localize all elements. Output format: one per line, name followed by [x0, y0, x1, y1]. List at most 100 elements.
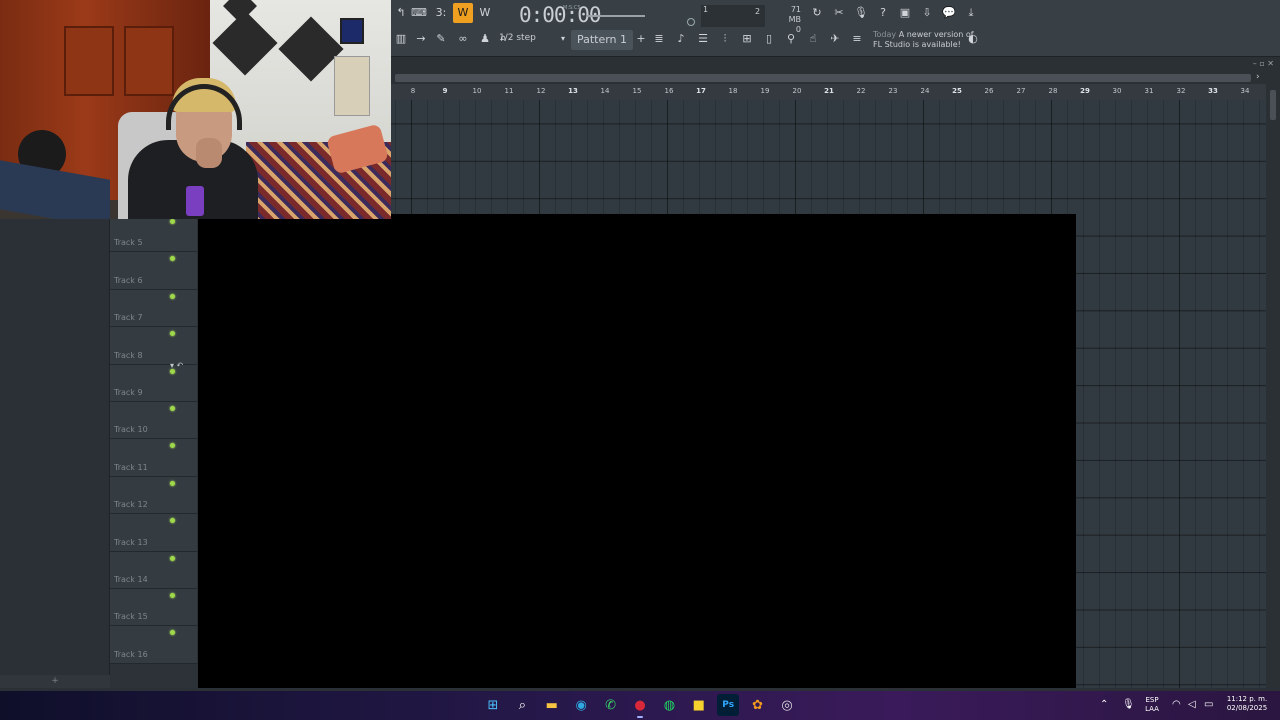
plugin-picker-icon[interactable]: ✈	[825, 29, 845, 49]
mixer-icon[interactable]: ⫶	[715, 29, 735, 49]
master-volume-knob[interactable]	[687, 18, 695, 26]
ruler-tick: 23	[888, 87, 898, 95]
photoshop-icon[interactable]: Ps	[717, 694, 740, 716]
add-button[interactable]: +	[0, 675, 110, 688]
tempo-tapper-icon[interactable]: ≡	[847, 29, 867, 49]
track-label: Track 6	[114, 275, 143, 285]
start-icon[interactable]: ⊞	[482, 694, 504, 716]
news-panel[interactable]: Today A newer version of FL Studio is av…	[873, 30, 974, 50]
track-header[interactable]: Track 13	[110, 514, 197, 552]
channel-rack-icon[interactable]: ☰	[693, 29, 713, 49]
link-icon[interactable]: ∞	[453, 29, 473, 49]
horizontal-scrollbar[interactable]	[395, 74, 1251, 82]
search-icon[interactable]: ⌕	[511, 694, 533, 716]
fl-studio-icon[interactable]: ✿	[747, 694, 769, 716]
track-header[interactable]: Track 5	[110, 215, 197, 253]
whatsapp-icon[interactable]: ✆	[600, 694, 622, 716]
track-mute-led[interactable]	[170, 593, 175, 598]
download-icon[interactable]: ⇩	[917, 3, 937, 23]
online-icon[interactable]: ◐	[963, 29, 983, 49]
recorder-icon[interactable]: ●	[629, 694, 651, 718]
ruler-tick: 10	[472, 87, 482, 95]
track-mute-led[interactable]	[170, 406, 175, 411]
ruler-tick: 11	[504, 87, 514, 95]
wait-input-icon[interactable]: W	[475, 3, 495, 23]
track-header[interactable]: Track 9 ▾ ↶	[110, 361, 197, 402]
microphone-tray-icon[interactable]: 🎙	[1122, 699, 1135, 710]
track-mute-led[interactable]	[170, 555, 175, 561]
save-icon[interactable]: ▣	[895, 3, 915, 23]
video-overlay	[198, 214, 1076, 688]
cut-icon[interactable]: ✂	[829, 3, 849, 23]
track-header[interactable]: Track 16	[110, 626, 197, 664]
track-mute-led[interactable]	[170, 480, 175, 486]
window-controls[interactable]: – ▫ ✕	[1253, 59, 1274, 68]
chat-icon[interactable]: 💬	[939, 3, 959, 23]
track-header[interactable]: Track 8	[110, 327, 197, 365]
touch-controller-icon[interactable]: ☝	[803, 29, 823, 49]
scroll-right-icon[interactable]: ›	[1256, 72, 1260, 82]
track-mute-led[interactable]	[170, 293, 175, 299]
help-icon[interactable]: ?	[873, 3, 893, 23]
tempo-arrow-icon[interactable]: ↰	[391, 3, 411, 23]
export-icon[interactable]: ⤓	[961, 3, 981, 23]
stamp-icon[interactable]: ♟	[475, 29, 495, 49]
add-pattern-icon[interactable]: +	[631, 29, 651, 49]
piano-roll-icon[interactable]: ♪	[671, 29, 691, 49]
step-edit-icon[interactable]: 3:	[431, 3, 451, 23]
timeline-ruler[interactable]: 8 9 10 11 12 13 14 15 16 17 18 19 20 21 22 23 24 25 26 27 28…	[391, 84, 1266, 100]
brush-icon[interactable]: ✎	[431, 29, 451, 49]
track-mute-led[interactable]	[170, 518, 175, 524]
spotify-icon[interactable]: ◍	[658, 694, 680, 716]
sticky-notes-icon[interactable]: ■	[688, 694, 710, 716]
track-header[interactable]: Track 11	[110, 439, 197, 477]
track-header[interactable]: Track 6	[110, 252, 197, 290]
playlist-icon[interactable]: ≣	[649, 29, 669, 49]
ruler-tick: 20	[792, 87, 802, 95]
ruler-tick: 17	[696, 87, 706, 95]
ruler-tick: 18	[728, 87, 738, 95]
ruler-tick: 29	[1080, 87, 1090, 95]
loop-record-icon[interactable]: ↻	[807, 3, 827, 23]
track-header[interactable]: Track 14	[110, 551, 197, 589]
track-label: Track 13	[114, 537, 148, 547]
track-mute-led[interactable]	[170, 256, 175, 262]
track-header[interactable]: Track 10	[110, 402, 197, 440]
arrow-right-icon[interactable]: →	[411, 29, 431, 49]
browser-icon[interactable]: ⊞	[737, 29, 757, 49]
ruler-tick: 9	[442, 87, 448, 95]
battery-icon[interactable]: ▭	[1204, 699, 1213, 710]
pattern-dropdown-icon[interactable]: ▾	[553, 29, 573, 49]
track-mute-led[interactable]	[170, 630, 175, 636]
track-header[interactable]: Track 7	[110, 289, 197, 328]
wifi-icon[interactable]: ◠	[1172, 699, 1181, 710]
clock[interactable]: 11:12 p. m. 02/08/2025	[1220, 695, 1274, 713]
project-icon[interactable]: ▯	[759, 29, 779, 49]
fl-toolbar: ↰ ⌨ 3: W W 0:00:00 M:S:CS 1 2 71 MB 0 ↻ ✂…	[391, 0, 1280, 56]
snap-select[interactable]: 1/2 step	[499, 33, 536, 43]
track-mute-led[interactable]	[170, 219, 175, 224]
obs-icon[interactable]: ◎	[776, 694, 798, 716]
piano-keys-icon[interactable]: ▥	[391, 29, 411, 49]
edge-icon[interactable]: ◉	[570, 694, 592, 716]
microphone-icon[interactable]: 🎙	[851, 3, 871, 23]
track-header[interactable]: Track 12	[110, 476, 197, 515]
track-header[interactable]: Track 15	[110, 589, 197, 627]
volume-icon[interactable]: ◁	[1188, 699, 1196, 710]
vertical-scrollbar[interactable]	[1266, 84, 1280, 688]
language-indicator[interactable]: ESP LAA	[1140, 696, 1164, 714]
master-pitch-slider[interactable]	[587, 15, 645, 17]
browser-panel[interactable]	[0, 219, 110, 675]
track-controls-icon[interactable]: ▾ ↶	[170, 361, 183, 370]
track-mute-led[interactable]	[170, 443, 175, 449]
file-explorer-icon[interactable]: ▬	[541, 694, 563, 716]
poly-value: 2	[755, 7, 761, 16]
track-mute-led[interactable]	[170, 331, 175, 337]
track-label: Track 7	[114, 313, 143, 323]
typing-keyboard-icon[interactable]: ⌨	[409, 3, 429, 23]
track-label: Track 10	[114, 425, 148, 435]
metronome-icon[interactable]: W	[453, 3, 473, 23]
pattern-selector[interactable]: Pattern 1	[571, 30, 633, 50]
tray-overflow-icon[interactable]: ⌃	[1100, 699, 1108, 710]
plugin-icon[interactable]: ⚲	[781, 29, 801, 49]
